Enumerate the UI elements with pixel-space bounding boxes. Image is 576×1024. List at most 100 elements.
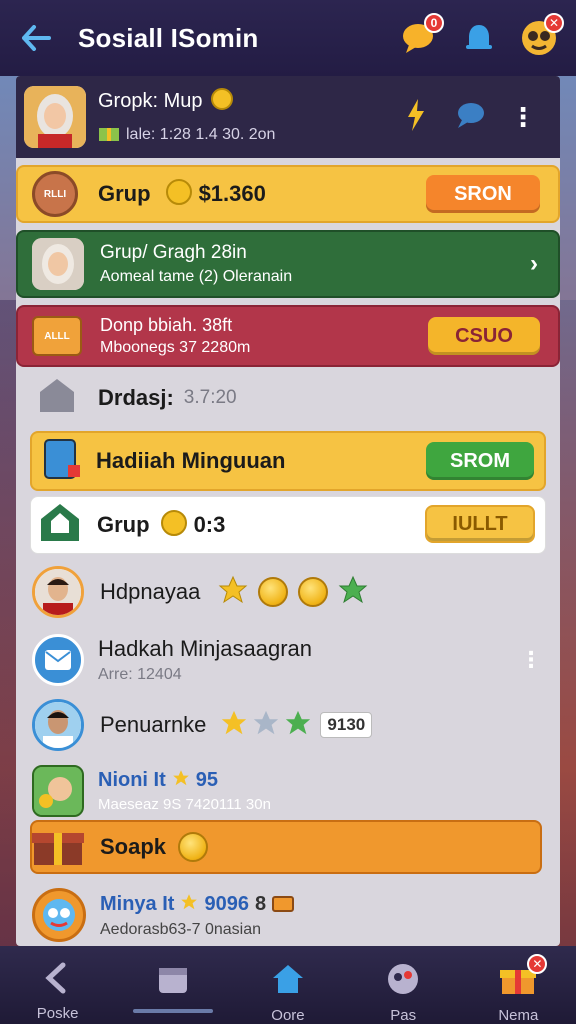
grup-coin-value: $1.360 bbox=[198, 181, 266, 206]
penuarnke-label: Penuarnke bbox=[100, 712, 207, 737]
grup-coins-card[interactable]: RLLI Grup $1.360 SRON bbox=[16, 165, 560, 223]
house-icon bbox=[37, 501, 83, 550]
score-chip: 9130 bbox=[320, 712, 373, 738]
grup-badge-icon: RLLI bbox=[32, 171, 78, 217]
drdasj-time: 3.7:20 bbox=[183, 387, 237, 408]
nav-label: Oore bbox=[271, 1007, 305, 1024]
gift-icon: ✕ bbox=[499, 954, 548, 1001]
profile-meta: lale: 1:28 1.4 30. 2on bbox=[126, 125, 276, 143]
nioni-score: 95 bbox=[195, 769, 219, 791]
minya-score: 9096 bbox=[204, 892, 249, 915]
soapk-card[interactable]: Soapk bbox=[30, 820, 542, 874]
star-icon bbox=[180, 893, 198, 916]
nioni-subtitle: Maeseaz 9S 7420111 30n bbox=[98, 796, 271, 813]
coin-icon bbox=[165, 178, 193, 211]
coin-icon bbox=[210, 87, 234, 116]
game-avatar-icon bbox=[32, 765, 84, 817]
coin-icon bbox=[178, 832, 209, 862]
avatar bbox=[32, 699, 84, 751]
profile-card[interactable]: Gropk: Mup lale: 1:28 1.4 30. 2on ⋮ bbox=[16, 76, 560, 158]
avatar bbox=[32, 566, 84, 618]
tablet-icon bbox=[42, 437, 82, 486]
content-panel: Gropk: Mup lale: 1:28 1.4 30. 2on ⋮ RLLI… bbox=[16, 76, 560, 946]
hadiah-label: Hadiiah Minguuan bbox=[96, 448, 286, 473]
nav-label: Pas bbox=[390, 1007, 417, 1024]
srom-button[interactable]: SROM bbox=[426, 442, 534, 480]
calendar-icon bbox=[156, 962, 190, 1001]
app-title: Sosiall ISomin bbox=[78, 22, 259, 53]
more-vertical-icon[interactable]: ⋮ bbox=[510, 104, 536, 130]
grup-white-label: Grup bbox=[97, 512, 150, 537]
nav-badge: ✕ bbox=[527, 954, 548, 974]
profile-badge: ✕ bbox=[544, 13, 564, 33]
avatar bbox=[24, 86, 86, 148]
nav-pass[interactable]: Pas bbox=[355, 962, 451, 1024]
coin-icon bbox=[258, 577, 289, 607]
mail-icon bbox=[32, 634, 84, 686]
chat-notification-icon[interactable]: 0 bbox=[398, 13, 444, 59]
group-green-subtitle: Aomeal tame (2) Oleranain bbox=[100, 268, 293, 285]
hdpnayaa-row[interactable]: Hdpnayaa bbox=[16, 562, 560, 622]
drdasj-label: Drdasj: bbox=[98, 385, 174, 410]
star-icon bbox=[172, 769, 190, 792]
treasure-icon: ALLL bbox=[32, 316, 82, 356]
hadkah-title: Hadkah Minjasaagran bbox=[98, 636, 313, 661]
top-bar: Sosiall ISomin 0 ✕ bbox=[0, 0, 576, 76]
grup-label: Grup bbox=[98, 181, 151, 206]
nav-label: Poske bbox=[36, 1005, 79, 1022]
profile-mascot-icon[interactable]: ✕ bbox=[518, 13, 564, 59]
chat-icon[interactable] bbox=[454, 101, 486, 134]
bottom-nav: Poske Oore Pas ✕ Nema bbox=[0, 946, 576, 1024]
nioni-title: Nioni It bbox=[98, 769, 166, 791]
hadkah-subtitle: Arre: 12404 bbox=[98, 666, 182, 683]
csuo-button[interactable]: CSUO bbox=[428, 317, 540, 355]
nav-active-indicator bbox=[132, 1009, 213, 1013]
gift-box-icon bbox=[32, 823, 84, 872]
nav-calendar[interactable] bbox=[125, 962, 221, 1013]
green-star-icon bbox=[338, 575, 368, 610]
minya-title: Minya It bbox=[100, 892, 175, 915]
grup-white-card[interactable]: Grup 0:3 IULLT bbox=[30, 496, 546, 554]
iullt-button[interactable]: IULLT bbox=[425, 505, 535, 543]
chest-icon bbox=[272, 892, 295, 917]
notification-badge: 0 bbox=[424, 13, 444, 33]
grup-white-value: 0:3 bbox=[193, 512, 226, 537]
hadiah-card[interactable]: Hadiiah Minguuan SROM bbox=[30, 431, 546, 491]
group-green-card[interactable]: Grup/ Gragh 28in Aomeal tame (2) Olerana… bbox=[16, 230, 560, 298]
mascot-icon bbox=[385, 962, 421, 1001]
star-icon bbox=[220, 709, 248, 742]
nav-home[interactable]: Oore bbox=[240, 962, 336, 1024]
nav-label: Nema bbox=[498, 1007, 539, 1024]
green-star-icon bbox=[284, 709, 312, 742]
sron-button[interactable]: SRON bbox=[426, 175, 540, 213]
back-arrow-icon[interactable] bbox=[16, 18, 56, 58]
home-icon bbox=[270, 962, 306, 1001]
more-vertical-icon[interactable]: ⋮ bbox=[520, 647, 542, 673]
avatar bbox=[32, 238, 84, 290]
lightning-icon[interactable] bbox=[406, 98, 426, 136]
coin-icon bbox=[298, 577, 329, 607]
nioni-row[interactable]: Nioni It 95 Maeseaz 9S 7420111 30n bbox=[16, 760, 560, 822]
soapk-label: Soapk bbox=[100, 834, 167, 859]
minya-subtitle: Aedorasb63-7 0nasian bbox=[100, 920, 262, 938]
profile-name: Gropk: Mup bbox=[98, 90, 203, 112]
group-green-title: Grup/ Gragh 28in bbox=[100, 242, 247, 263]
mascot-avatar-icon bbox=[32, 888, 86, 942]
nav-back[interactable]: Poske bbox=[10, 962, 106, 1022]
bell-icon[interactable] bbox=[458, 17, 500, 59]
back-chevron-icon bbox=[43, 962, 73, 999]
coin-icon bbox=[160, 509, 188, 542]
gift-icon bbox=[98, 122, 120, 147]
hadkah-row[interactable]: Hadkah Minjasaagran Arre: 12404 ⋮ bbox=[16, 628, 560, 692]
minya-extra: 8 bbox=[254, 892, 267, 915]
drdasj-row[interactable]: Drdasj: 3.7:20 bbox=[16, 372, 560, 424]
star-icon bbox=[218, 575, 248, 610]
hdpnayaa-label: Hdpnayaa bbox=[100, 579, 201, 604]
silver-star-icon bbox=[252, 709, 280, 742]
house-icon bbox=[34, 376, 80, 421]
group-red-card[interactable]: ALLL Donp bbiah. 38ft Mboonegs 37 2280m … bbox=[16, 305, 560, 367]
minya-row[interactable]: Minya It 9096 8 Aedorasb63-7 0nasian bbox=[16, 884, 560, 946]
penuarnke-row[interactable]: Penuarnke 9130 bbox=[16, 696, 560, 754]
nav-gift[interactable]: ✕ Nema bbox=[470, 954, 566, 1024]
chevron-right-icon[interactable]: › bbox=[530, 250, 538, 278]
